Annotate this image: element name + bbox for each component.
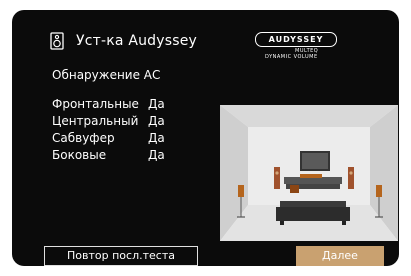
result-label: Сабвуфер — [52, 131, 115, 145]
detection-results: Фронтальные Да Центральный Да Сабвуфер Д… — [52, 96, 165, 164]
result-row: Сабвуфер Да — [52, 130, 165, 147]
audyssey-logo: AUDYSSEY MULTEQ DYNAMIC VOLUME — [255, 32, 351, 72]
result-value: Да — [148, 148, 165, 162]
result-row: Центральный Да — [52, 113, 165, 130]
logo-brand: AUDYSSEY — [255, 32, 337, 47]
audyssey-setup-screen: Уст-ка Audyssey Обнаружение АС AUDYSSEY … — [12, 10, 399, 266]
result-value: Да — [148, 97, 165, 111]
next-button[interactable]: Далее — [296, 246, 384, 266]
result-label: Боковые — [52, 148, 107, 162]
logo-line2: DYNAMIC VOLUME — [265, 54, 318, 60]
speaker-room-illustration — [220, 105, 398, 241]
result-label: Фронтальные — [52, 97, 139, 111]
result-value: Да — [148, 114, 165, 128]
result-row: Фронтальные Да — [52, 96, 165, 113]
result-row: Боковые Да — [52, 147, 165, 164]
page-title: Уст-ка Audyssey — [76, 33, 198, 49]
result-value: Да — [148, 131, 165, 145]
retest-button[interactable]: Повтор посл.теста — [44, 246, 198, 266]
title-row: Уст-ка Audyssey — [50, 32, 197, 50]
speaker-icon — [50, 32, 64, 50]
result-label: Центральный — [52, 114, 139, 128]
page-subtitle: Обнаружение АС — [52, 68, 161, 82]
